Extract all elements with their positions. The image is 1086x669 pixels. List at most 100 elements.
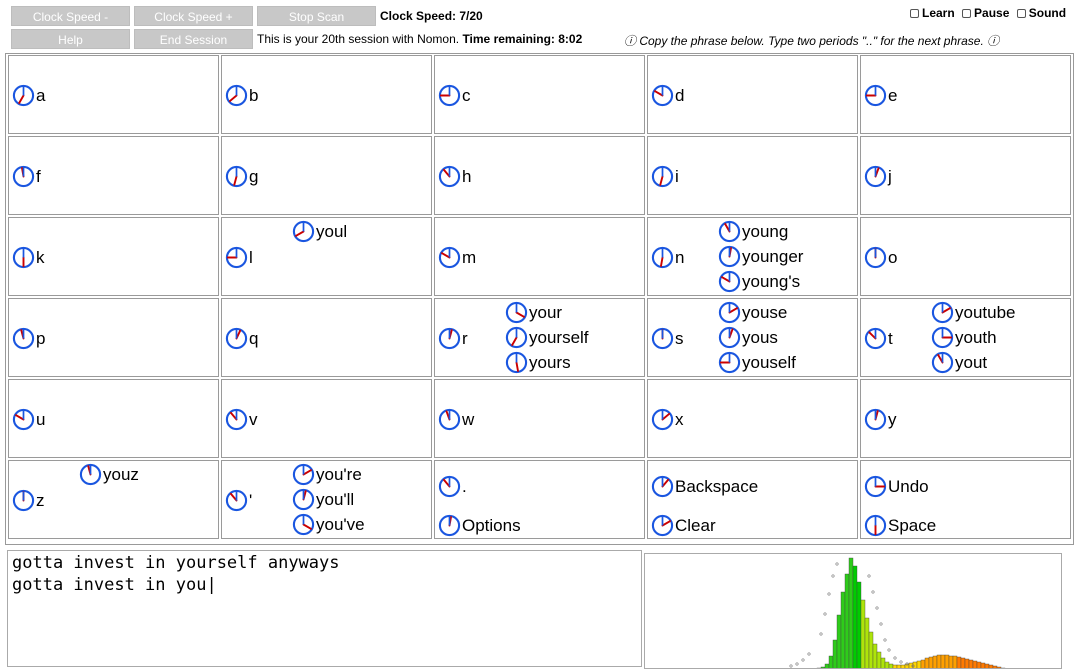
clock-word-yours[interactable]: yours	[505, 351, 571, 374]
clock-icon	[438, 246, 461, 269]
clock-word-youtube[interactable]: youtube	[931, 301, 1016, 324]
clock-option-space[interactable]: Space	[864, 514, 936, 537]
clock-word-yous[interactable]: yous	[718, 326, 778, 349]
pause-checkbox[interactable]: Pause	[962, 6, 1009, 20]
clock-letter-p[interactable]: p	[12, 327, 45, 350]
typed-text-area[interactable]: gotta invest in yourself anyways gotta in…	[7, 550, 642, 667]
pause-checkbox-box[interactable]	[962, 9, 972, 18]
clock-option-symbol[interactable]: .	[438, 475, 467, 498]
clock-letter-e[interactable]: e	[864, 84, 897, 107]
clock-letter-k-label: k	[36, 247, 45, 267]
histogram-bar	[912, 661, 918, 668]
clock-letter-w[interactable]: w	[438, 408, 474, 431]
histogram-bar	[832, 639, 838, 668]
clock-icon	[12, 408, 35, 431]
clock-letter-w-label: w	[462, 409, 475, 429]
histogram-bar	[916, 660, 922, 668]
clock-letter-j-label: j	[888, 166, 892, 186]
clock-word-youth-label: youth	[955, 327, 997, 347]
clock-word-you-ll-label: you'll	[316, 489, 355, 509]
clock-icon	[292, 513, 315, 536]
clock-word-you-re[interactable]: you're	[292, 463, 362, 486]
clock-letter-t[interactable]: t	[864, 327, 893, 350]
clock-word-younger[interactable]: younger	[718, 245, 803, 268]
clock-word-you-ll[interactable]: you'll	[292, 488, 354, 511]
learn-checkbox-box[interactable]	[910, 9, 919, 18]
clock-icon	[79, 463, 102, 486]
clock-word-youself[interactable]: youself	[718, 351, 796, 374]
histogram-point	[795, 662, 799, 666]
stop-scan-button[interactable]: Stop Scan	[257, 6, 376, 26]
clock-option-backspace-label: Backspace	[675, 476, 759, 496]
clock-icon	[438, 475, 461, 498]
histogram-bar	[964, 658, 970, 668]
end-session-button[interactable]: End Session	[134, 29, 253, 49]
clock-letter-c[interactable]: c	[438, 84, 471, 107]
grid-cell: Undo Space	[860, 460, 1071, 539]
grid-cell: o	[860, 217, 1071, 296]
clock-word-youl[interactable]: youl	[292, 220, 347, 243]
clock-word-yout[interactable]: yout	[931, 351, 987, 374]
clock-letter-n[interactable]: n	[651, 246, 684, 269]
clock-letter-q[interactable]: q	[225, 327, 258, 350]
histogram-point	[887, 648, 891, 652]
clock-word-yourself[interactable]: yourself	[505, 326, 589, 349]
clock-option-undo[interactable]: Undo	[864, 475, 929, 498]
clock-speed-up-button[interactable]: Clock Speed +	[134, 6, 253, 26]
clock-word-youz[interactable]: youz	[79, 463, 139, 486]
sound-checkbox[interactable]: Sound	[1016, 6, 1066, 20]
clock-word-you-ve[interactable]: you've	[292, 513, 365, 536]
clock-letter-j[interactable]: j	[864, 165, 892, 188]
clock-letter-f[interactable]: f	[12, 165, 41, 188]
clock-letter-h[interactable]: h	[438, 165, 471, 188]
clock-letter-i[interactable]: i	[651, 165, 679, 188]
clock-letter-x[interactable]: x	[651, 408, 684, 431]
sound-checkbox-box[interactable]	[1016, 9, 1026, 18]
clock-letter-b[interactable]: b	[225, 84, 258, 107]
clock-letter-u[interactable]: u	[12, 408, 45, 431]
session-info: This is your 20th session with Nomon. Ti…	[257, 32, 582, 46]
clock-letter-g[interactable]: g	[225, 165, 258, 188]
clock-icon	[292, 463, 315, 486]
clock-icon	[651, 408, 674, 431]
clock-speed-down-button[interactable]: Clock Speed -	[11, 6, 130, 26]
clock-letter-y[interactable]: y	[864, 408, 897, 431]
clock-word-youse[interactable]: youse	[718, 301, 787, 324]
clock-letter-d-label: d	[675, 85, 685, 105]
clock-letter-symbol[interactable]: '	[225, 489, 252, 512]
clock-word-young[interactable]: young	[718, 220, 788, 243]
clock-icon	[505, 351, 528, 374]
help-button[interactable]: Help	[11, 29, 130, 49]
grid-cell: Backspace Clear	[647, 460, 858, 539]
clock-letter-z[interactable]: z	[12, 489, 45, 512]
clock-letter-d[interactable]: d	[651, 84, 684, 107]
clock-letter-v[interactable]: v	[225, 408, 258, 431]
clock-icon	[718, 245, 741, 268]
clock-option-clear[interactable]: Clear	[651, 514, 716, 537]
clock-letter-s[interactable]: s	[651, 327, 684, 350]
histogram-bar	[968, 659, 974, 668]
clock-icon	[864, 514, 887, 537]
text-line-2: gotta invest in you|	[12, 575, 217, 595]
clock-letter-k[interactable]: k	[12, 246, 45, 269]
learn-label: Learn	[922, 6, 955, 20]
clock-letter-r[interactable]: r	[438, 327, 468, 350]
clock-word-young-s[interactable]: young's	[718, 270, 800, 293]
clock-word-youth[interactable]: youth	[931, 326, 997, 349]
clock-grid: a b c d e f g h i j k l youl m n young younger young's o p q…	[5, 53, 1074, 545]
clock-letter-l[interactable]: l	[225, 246, 253, 269]
grid-cell: n young younger young's	[647, 217, 858, 296]
clock-letter-m[interactable]: m	[438, 246, 476, 269]
clock-option-backspace[interactable]: Backspace	[651, 475, 758, 498]
clock-letter-c-label: c	[462, 85, 471, 105]
clock-speed-label: Clock Speed: 7/20	[380, 9, 483, 23]
clock-letter-o[interactable]: o	[864, 246, 897, 269]
clock-option-undo-label: Undo	[888, 476, 929, 496]
histogram-bar	[840, 591, 846, 668]
clock-letter-s-label: s	[675, 328, 684, 348]
clock-icon	[651, 84, 674, 107]
learn-checkbox[interactable]: Learn	[910, 6, 955, 20]
clock-letter-a[interactable]: a	[12, 84, 45, 107]
clock-option-options[interactable]: Options	[438, 514, 521, 537]
clock-word-your[interactable]: your	[505, 301, 562, 324]
